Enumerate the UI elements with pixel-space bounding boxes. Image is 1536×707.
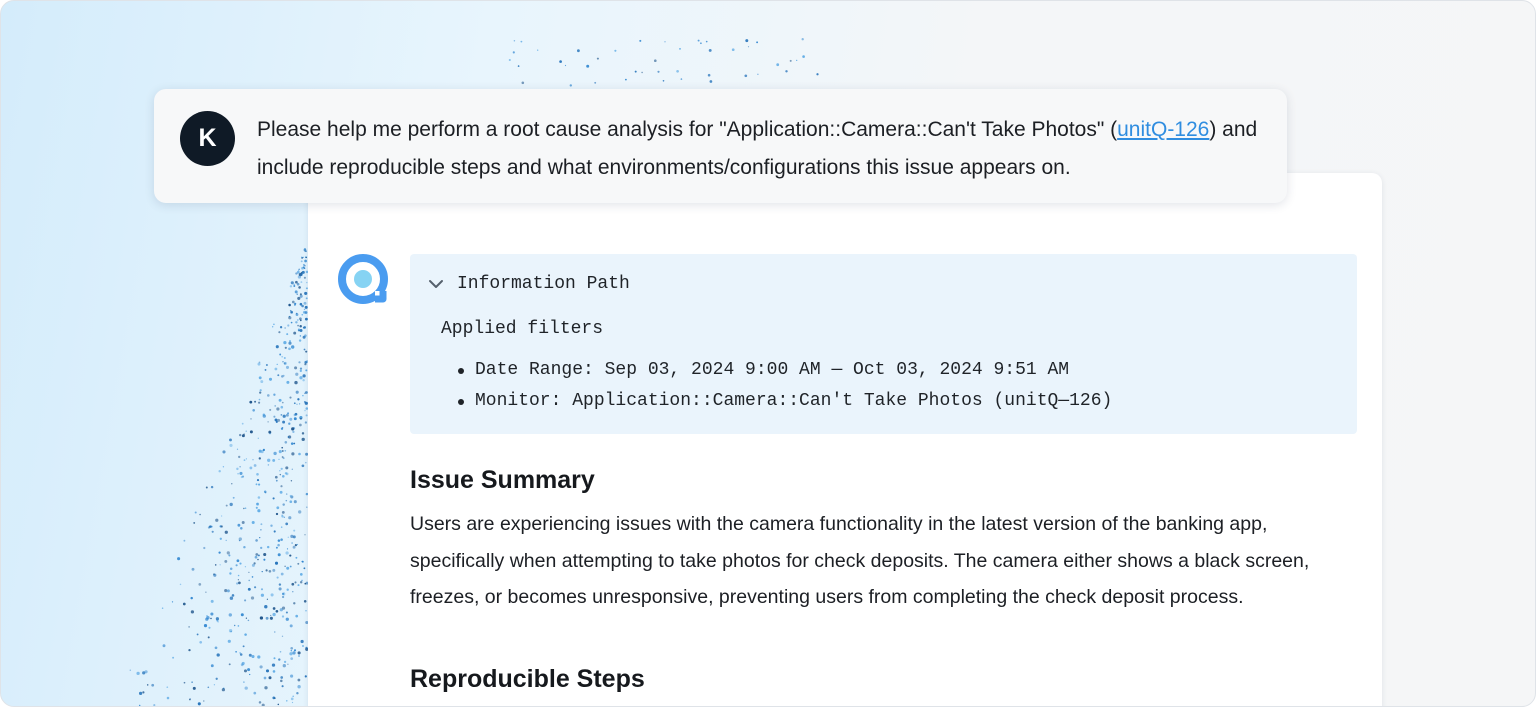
app-frame: K Please help me perform a root cause an…: [0, 0, 1536, 707]
monitor-link[interactable]: unitQ-126: [1117, 118, 1209, 141]
prompt-text-before: Please help me perform a root cause anal…: [257, 118, 1118, 141]
information-path-panel: Information Path Applied filters Date Ra…: [410, 254, 1357, 434]
filter-item-date-range: Date Range: Sep 03, 2024 9:00 AM — Oct 0…: [458, 355, 1112, 386]
filters-list: Date Range: Sep 03, 2024 9:00 AM — Oct 0…: [458, 355, 1112, 417]
filter-item-monitor: Monitor: Application::Camera::Can't Take…: [458, 386, 1112, 417]
chevron-down-icon: [429, 280, 443, 288]
bullet: [458, 367, 464, 374]
bullet: [458, 398, 464, 405]
bot-logo-icon: [338, 254, 388, 304]
user-prompt-card: K Please help me perform a root cause an…: [154, 89, 1287, 203]
issue-summary-heading: Issue Summary: [410, 466, 595, 494]
user-avatar: K: [180, 111, 235, 166]
information-path-toggle[interactable]: Information Path: [428, 272, 630, 296]
information-path-title: Information Path: [457, 274, 630, 294]
user-prompt-text: Please help me perform a root cause anal…: [257, 111, 1267, 187]
filter-monitor-text: Monitor: Application::Camera::Can't Take…: [475, 391, 1113, 411]
reproducible-steps-heading: Reproducible Steps: [410, 665, 645, 693]
filter-date-range-text: Date Range: Sep 03, 2024 9:00 AM — Oct 0…: [475, 360, 1070, 380]
applied-filters-title: Applied filters: [441, 319, 604, 339]
issue-summary-body: Users are experiencing issues with the c…: [410, 513, 1310, 608]
